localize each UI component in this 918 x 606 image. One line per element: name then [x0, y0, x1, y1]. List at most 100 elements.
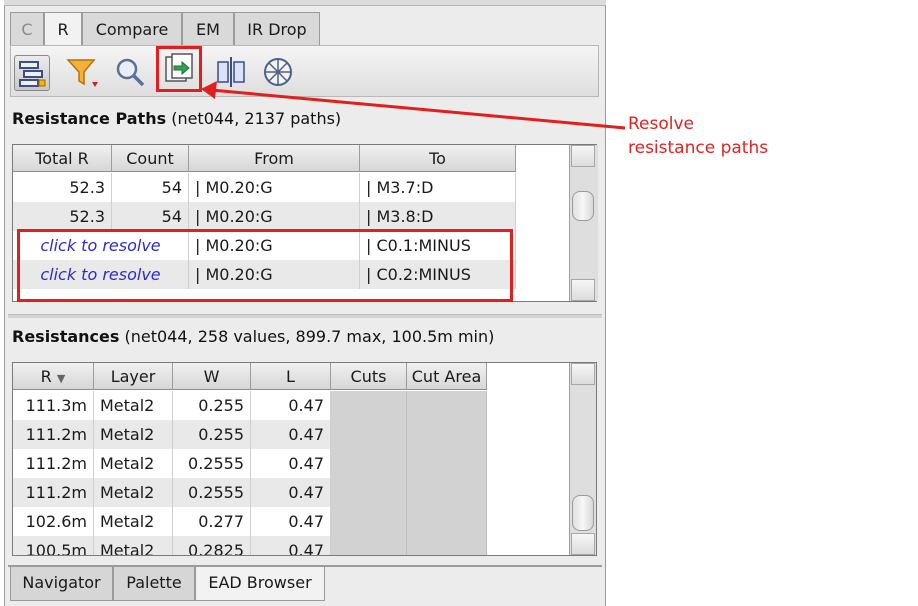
cell-to: | M3.7:D	[360, 173, 516, 202]
table-row[interactable]: 111.2m Metal2 0.255 0.47	[13, 420, 487, 449]
tab-c-label: C	[21, 20, 33, 39]
cell-l: 0.47	[251, 478, 331, 507]
cell-cut-area	[407, 391, 487, 420]
table-row[interactable]: 111.2m Metal2 0.2555 0.47	[13, 449, 487, 478]
paths-title: Resistance Paths (net044, 2137 paths)	[12, 109, 341, 128]
tab-ead-browser-label: EAD Browser	[208, 573, 312, 592]
sort-arrow-icon: ▼	[56, 372, 66, 385]
cell-r: 111.3m	[13, 391, 94, 420]
cell-layer: Metal2	[94, 507, 173, 536]
cell-w: 0.255	[173, 391, 251, 420]
cell-layer: Metal2	[94, 420, 173, 449]
search-icon[interactable]	[112, 54, 148, 90]
col-cut-area[interactable]: Cut Area	[407, 363, 487, 390]
col-r-label: R	[40, 367, 52, 386]
scroll-down-icon[interactable]	[571, 279, 595, 301]
cell-layer: Metal2	[94, 391, 173, 420]
cell-r: 111.2m	[13, 478, 94, 507]
tab-compare-label: Compare	[95, 20, 169, 39]
cell-cuts	[331, 420, 407, 449]
table-row[interactable]: 102.6m Metal2 0.277 0.47	[13, 507, 487, 536]
unresolved-rows-highlight	[17, 229, 513, 302]
cell-r: 102.6m	[13, 507, 94, 536]
cell-cuts	[331, 536, 407, 555]
cell-cut-area	[407, 420, 487, 449]
tab-em-label: EM	[196, 20, 220, 39]
cell-r: 111.2m	[13, 420, 94, 449]
cell-layer: Metal2	[94, 536, 173, 555]
cell-from: | M0.20:G	[189, 202, 360, 231]
col-w[interactable]: W	[173, 363, 251, 390]
filter-icon[interactable]	[64, 54, 100, 90]
cell-cut-area	[407, 507, 487, 536]
tab-palette[interactable]: Palette	[113, 567, 195, 601]
cell-to: | M3.8:D	[360, 202, 516, 231]
col-l[interactable]: L	[251, 363, 331, 390]
cell-l: 0.47	[251, 420, 331, 449]
panel-top-edge	[4, 0, 606, 6]
tab-navigator-label: Navigator	[22, 573, 101, 592]
resistances-table: R ▼ Layer W L Cuts Cut Area 111.3m Metal…	[12, 362, 597, 556]
scroll-up-icon[interactable]	[571, 363, 595, 385]
tab-c[interactable]: C	[10, 12, 44, 45]
col-r[interactable]: R ▼	[13, 363, 94, 390]
layout-icon[interactable]	[14, 55, 50, 91]
resolve-paths-icon	[165, 53, 193, 82]
cell-count: 54	[112, 173, 189, 202]
cell-w: 0.2825	[173, 536, 251, 555]
cell-from: | M0.20:G	[189, 173, 360, 202]
cell-cuts	[331, 478, 407, 507]
cell-w: 0.255	[173, 420, 251, 449]
cell-l: 0.47	[251, 507, 331, 536]
col-layer[interactable]: Layer	[94, 363, 173, 390]
annotation-label: Resolve resistance paths	[628, 114, 769, 158]
table-row[interactable]: 52.3 54 | M0.20:G | M3.7:D	[13, 173, 516, 202]
cell-cuts	[331, 449, 407, 478]
cell-cut-area	[407, 449, 487, 478]
scroll-up-icon[interactable]	[571, 145, 595, 167]
cell-cuts	[331, 507, 407, 536]
tab-ir-drop[interactable]: IR Drop	[234, 12, 320, 45]
cell-count: 54	[112, 202, 189, 231]
scroll-down-icon[interactable]	[571, 533, 595, 555]
cell-l: 0.47	[251, 391, 331, 420]
table-row[interactable]: 111.2m Metal2 0.2555 0.47	[13, 478, 487, 507]
scroll-thumb[interactable]	[572, 495, 594, 531]
cell-cut-area	[407, 478, 487, 507]
scroll-thumb[interactable]	[572, 191, 594, 221]
tab-ead-browser[interactable]: EAD Browser	[195, 567, 325, 601]
tab-em[interactable]: EM	[182, 12, 234, 45]
paths-scrollbar[interactable]	[569, 145, 598, 301]
col-from[interactable]: From	[189, 145, 360, 172]
col-count[interactable]: Count	[112, 145, 189, 172]
cell-w: 0.2555	[173, 449, 251, 478]
resistances-scrollbar[interactable]	[569, 363, 596, 555]
col-total-r[interactable]: Total R	[13, 145, 112, 172]
resistances-title-bold: Resistances	[12, 327, 120, 346]
paths-title-bold: Resistance Paths	[12, 109, 167, 128]
cell-w: 0.2555	[173, 478, 251, 507]
table-row[interactable]: 52.3 54 | M0.20:G | M3.8:D	[13, 202, 516, 231]
cell-l: 0.47	[251, 536, 331, 555]
tab-navigator[interactable]: Navigator	[10, 567, 113, 601]
cell-r: 111.2m	[13, 449, 94, 478]
cell-w: 0.277	[173, 507, 251, 536]
cell-r: 100.5m	[13, 536, 94, 555]
col-to[interactable]: To	[360, 145, 516, 172]
tab-ir-drop-label: IR Drop	[247, 20, 307, 39]
cell-layer: Metal2	[94, 449, 173, 478]
paths-title-detail: (net044, 2137 paths)	[166, 109, 342, 128]
tab-compare[interactable]: Compare	[82, 12, 182, 45]
table-row[interactable]: 111.3m Metal2 0.255 0.47	[13, 391, 487, 420]
col-cuts[interactable]: Cuts	[331, 363, 407, 390]
cell-l: 0.47	[251, 449, 331, 478]
resistances-title: Resistances (net044, 258 values, 899.7 m…	[12, 327, 494, 346]
cell-layer: Metal2	[94, 478, 173, 507]
table-row[interactable]: 100.5m Metal2 0.2825 0.47	[13, 536, 487, 555]
cell-total-r: 52.3	[13, 202, 112, 231]
splitter[interactable]	[8, 314, 602, 318]
tab-r[interactable]: R	[44, 12, 82, 46]
annotation-arrow	[201, 81, 626, 130]
resistances-title-detail: (net044, 258 values, 899.7 max, 100.5m m…	[119, 327, 495, 346]
cell-cut-area	[407, 536, 487, 555]
